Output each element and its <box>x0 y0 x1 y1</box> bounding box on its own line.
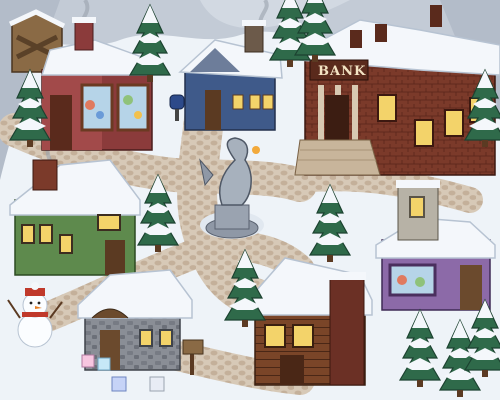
green-house-door[interactable] <box>105 240 125 275</box>
bank-sign: BANK <box>318 64 366 79</box>
statue-orb <box>252 146 260 154</box>
village-map: BANK <box>0 0 500 400</box>
shop-door[interactable] <box>50 95 72 150</box>
cottage-door[interactable] <box>205 90 221 130</box>
bank-door[interactable] <box>325 95 349 140</box>
purple-shop-door[interactable] <box>460 265 482 310</box>
cabin-door[interactable] <box>280 355 304 385</box>
shop-window <box>116 83 150 132</box>
shop-window <box>388 263 437 297</box>
village-scene: BANK <box>0 0 500 400</box>
